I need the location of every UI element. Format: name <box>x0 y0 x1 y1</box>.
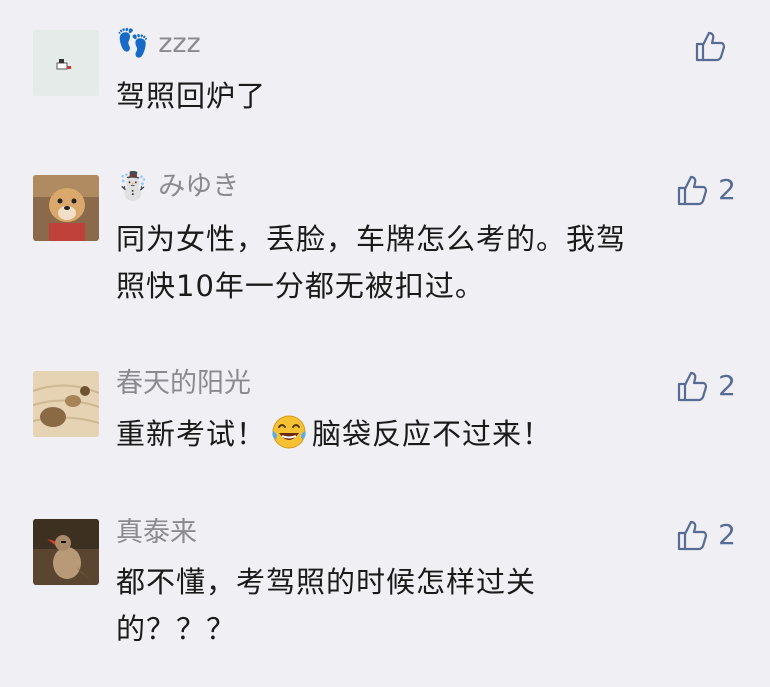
tears-of-joy-emoji <box>272 415 306 449</box>
thumbs-up-icon <box>678 371 708 402</box>
author-name: ☃️ みゆき <box>116 171 240 202</box>
like-button[interactable] <box>694 29 736 63</box>
comment-feed: 👣 zzz 驾照回炉了 ☃️ みゆき 同为女性，丢脸，车牌怎么考的。我驾 照快1… <box>0 0 770 687</box>
avatar-image <box>33 175 99 241</box>
author-name: 👣 zzz <box>116 28 201 59</box>
like-count: 2 <box>718 369 736 402</box>
comment-author[interactable]: 真泰来 <box>116 516 197 550</box>
comment-text-part: 脑袋反应不过来！ <box>312 417 553 451</box>
avatar-image <box>33 371 99 437</box>
avatar[interactable] <box>33 30 99 96</box>
avatar-image <box>33 30 99 96</box>
comment-line: 同为女性，丢脸，车牌怎么考的。我驾 <box>116 222 627 256</box>
comment-text: 重新考试！ 脑袋反应不过来！ <box>116 411 716 458</box>
comment-line: 驾照回炉了 <box>116 79 267 113</box>
thumbs-up-icon <box>678 520 708 551</box>
like-button[interactable]: 2 <box>676 369 736 403</box>
avatar[interactable] <box>33 175 99 241</box>
like-count: 2 <box>718 518 736 551</box>
like-button[interactable]: 2 <box>676 173 736 207</box>
comment-author[interactable]: 👣 zzz <box>116 27 201 61</box>
author-name: 真泰来 <box>116 517 197 548</box>
like-count: 2 <box>718 173 736 206</box>
author-name: 春天的阳光 <box>116 368 251 399</box>
comment-line: 照快10年一分都无被扣过。 <box>116 269 485 303</box>
comment-text-part: 重新考试！ <box>116 417 267 451</box>
avatar-image <box>33 519 99 585</box>
comment-author[interactable]: 春天的阳光 <box>116 367 251 401</box>
like-button[interactable]: 2 <box>676 518 736 552</box>
avatar[interactable] <box>33 519 99 585</box>
comment-line: 重新考试！ 脑袋反应不过来！ <box>116 411 716 458</box>
comment-line: 的？？？ <box>116 612 237 646</box>
avatar[interactable] <box>33 371 99 437</box>
comment-text: 同为女性，丢脸，车牌怎么考的。我驾 照快10年一分都无被扣过。 <box>116 216 716 310</box>
comment-text: 驾照回炉了 <box>116 73 716 120</box>
comment-line: 都不懂，考驾照的时候怎样过关 <box>116 565 537 599</box>
comment-author[interactable]: ☃️ みゆき <box>116 170 239 204</box>
thumbs-up-icon <box>678 175 708 206</box>
comment-text: 都不懂，考驾照的时候怎样过关 的？？？ <box>116 559 716 653</box>
thumbs-up-icon <box>695 31 726 62</box>
